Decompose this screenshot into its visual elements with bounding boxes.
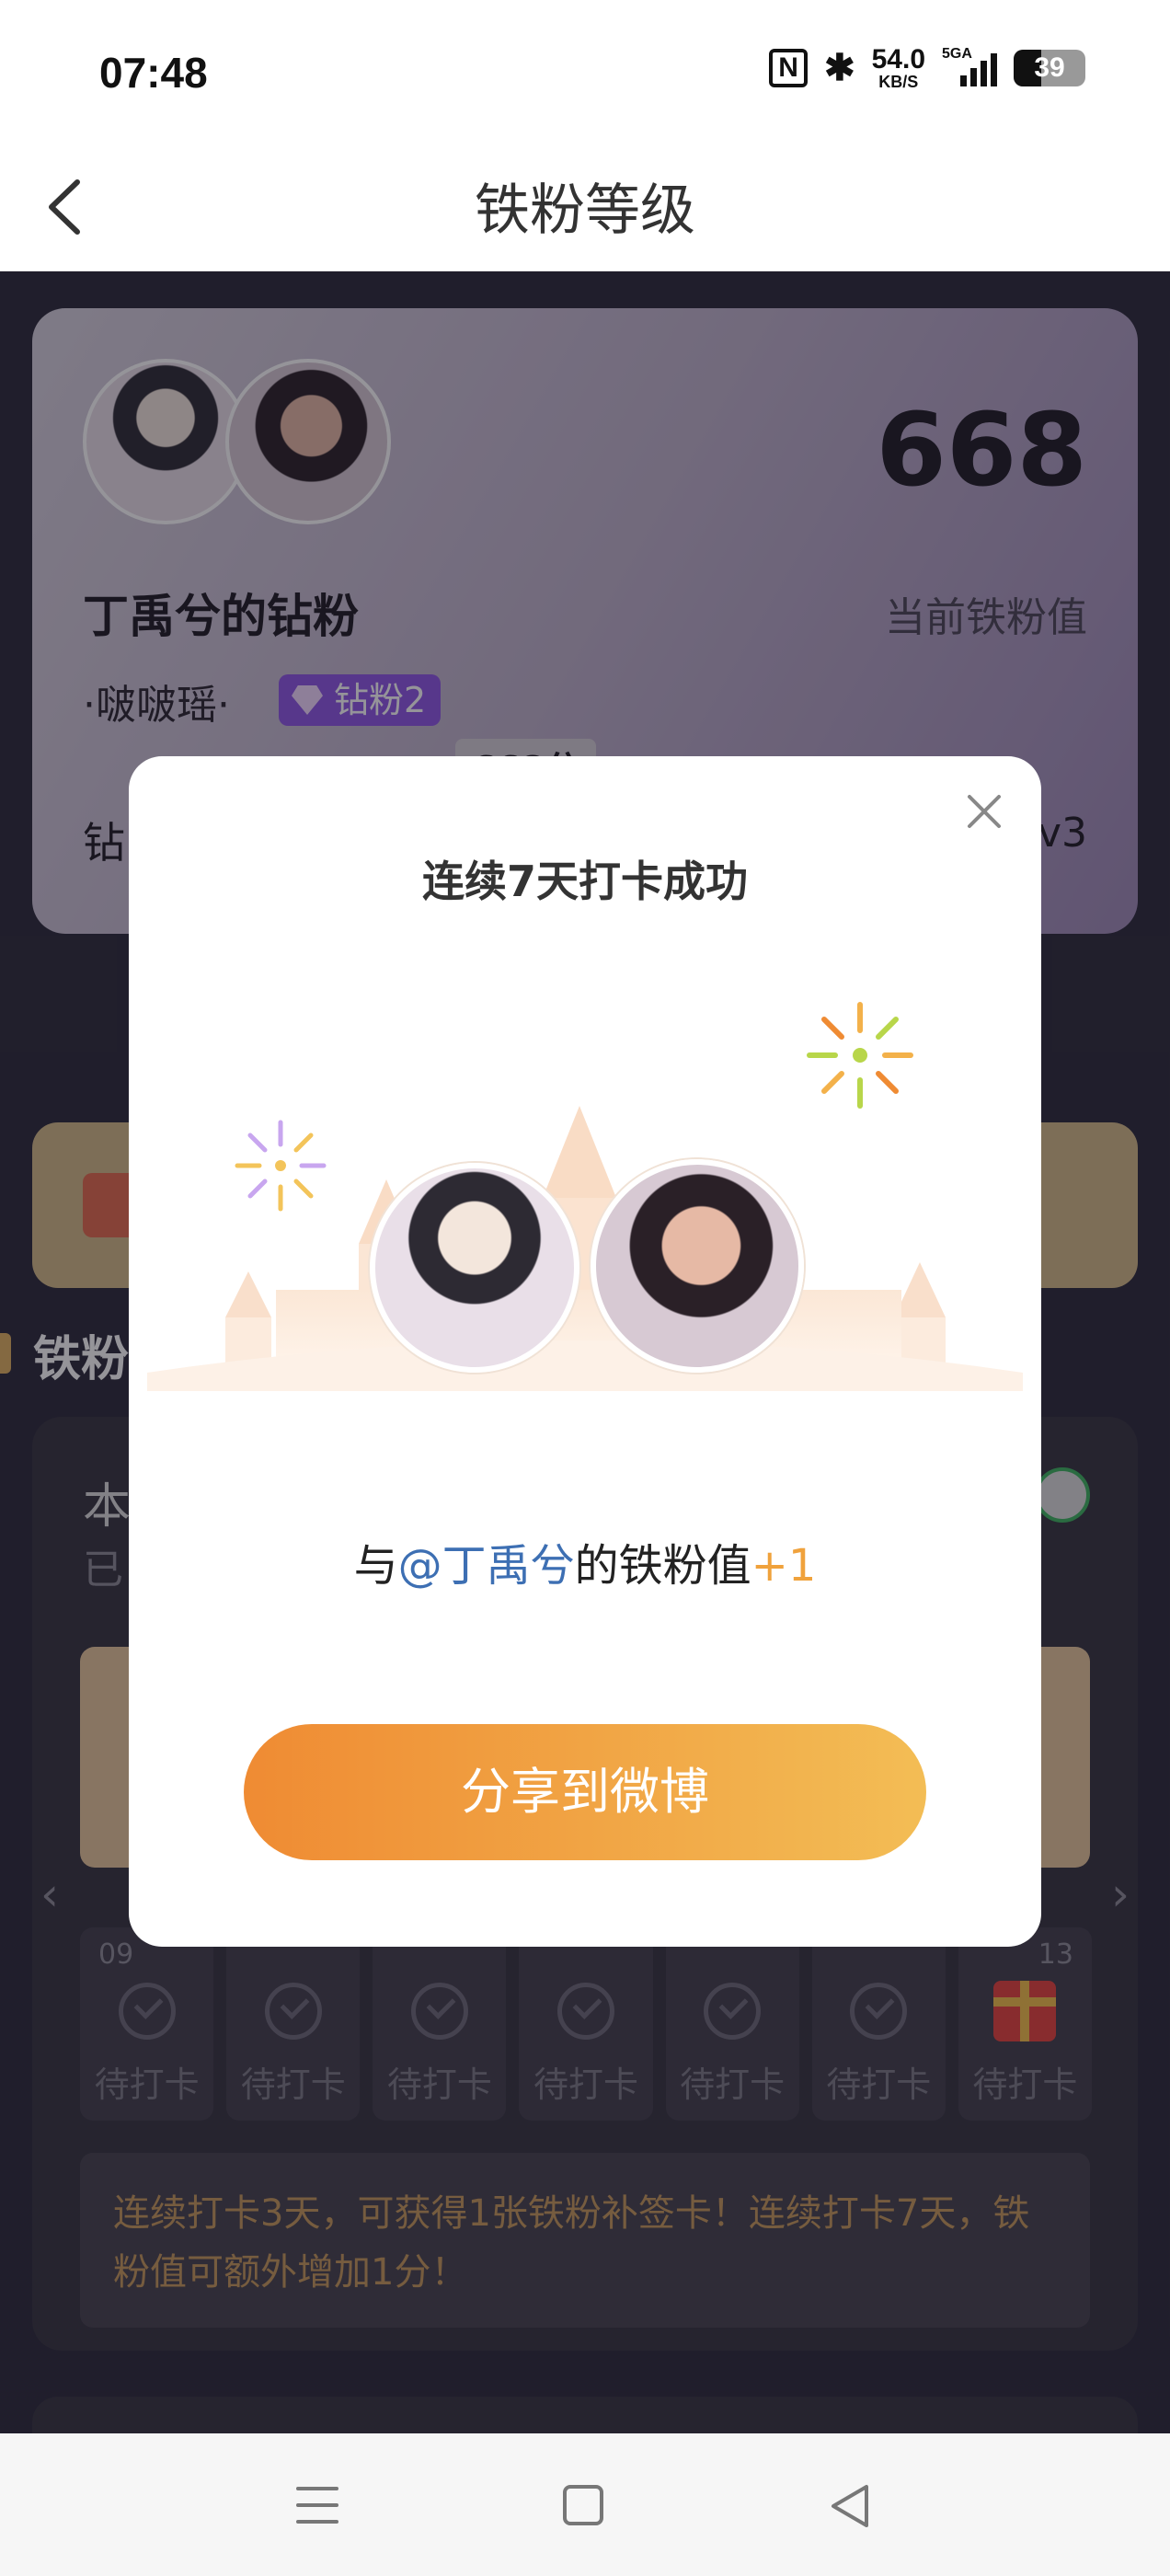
dialog-message: 与@丁禹兮的铁粉值+1: [129, 1529, 1041, 1593]
page-header: 铁粉等级: [0, 147, 1170, 271]
network-speed-value: 54.0: [871, 44, 925, 75]
signal-icon: 5GA: [942, 46, 997, 86]
idol-avatar: [591, 1159, 804, 1373]
checkin-success-dialog: 连续7天打卡成功 与@丁禹兮的铁粉值+1 分享到微博: [129, 756, 1041, 1947]
battery-level: 39: [1034, 52, 1065, 83]
status-icons: N ✱ 54.0 KB/S 5GA 39: [769, 46, 1085, 90]
system-nav-bar: [0, 2433, 1170, 2576]
idol-mention-link[interactable]: @丁禹兮: [398, 1540, 575, 1592]
status-bar: 07:48 N ✱ 54.0 KB/S 5GA 39: [0, 0, 1170, 147]
menu-icon[interactable]: [296, 2487, 338, 2524]
user-avatar: [370, 1163, 579, 1373]
status-time: 07:48: [99, 49, 208, 97]
nfc-icon: N: [769, 49, 809, 87]
close-icon[interactable]: [962, 789, 1006, 834]
network-speed-unit: KB/S: [878, 73, 919, 91]
message-prefix: 与: [353, 1540, 398, 1592]
score-increment: +1: [751, 1540, 817, 1592]
castle-illustration: [147, 1106, 1023, 1391]
share-to-weibo-button[interactable]: 分享到微博: [244, 1724, 926, 1860]
network-speed: 54.0 KB/S: [871, 44, 925, 91]
page-title: 铁粉等级: [475, 178, 695, 243]
message-middle: 的铁粉值: [574, 1540, 751, 1592]
home-square-icon[interactable]: [563, 2485, 603, 2525]
network-type: 5GA: [942, 46, 972, 62]
dialog-title: 连续7天打卡成功: [421, 857, 748, 906]
back-triangle-icon[interactable]: [826, 2481, 872, 2531]
bluetooth-icon: ✱: [824, 48, 855, 88]
battery-icon: 39: [1014, 50, 1085, 86]
